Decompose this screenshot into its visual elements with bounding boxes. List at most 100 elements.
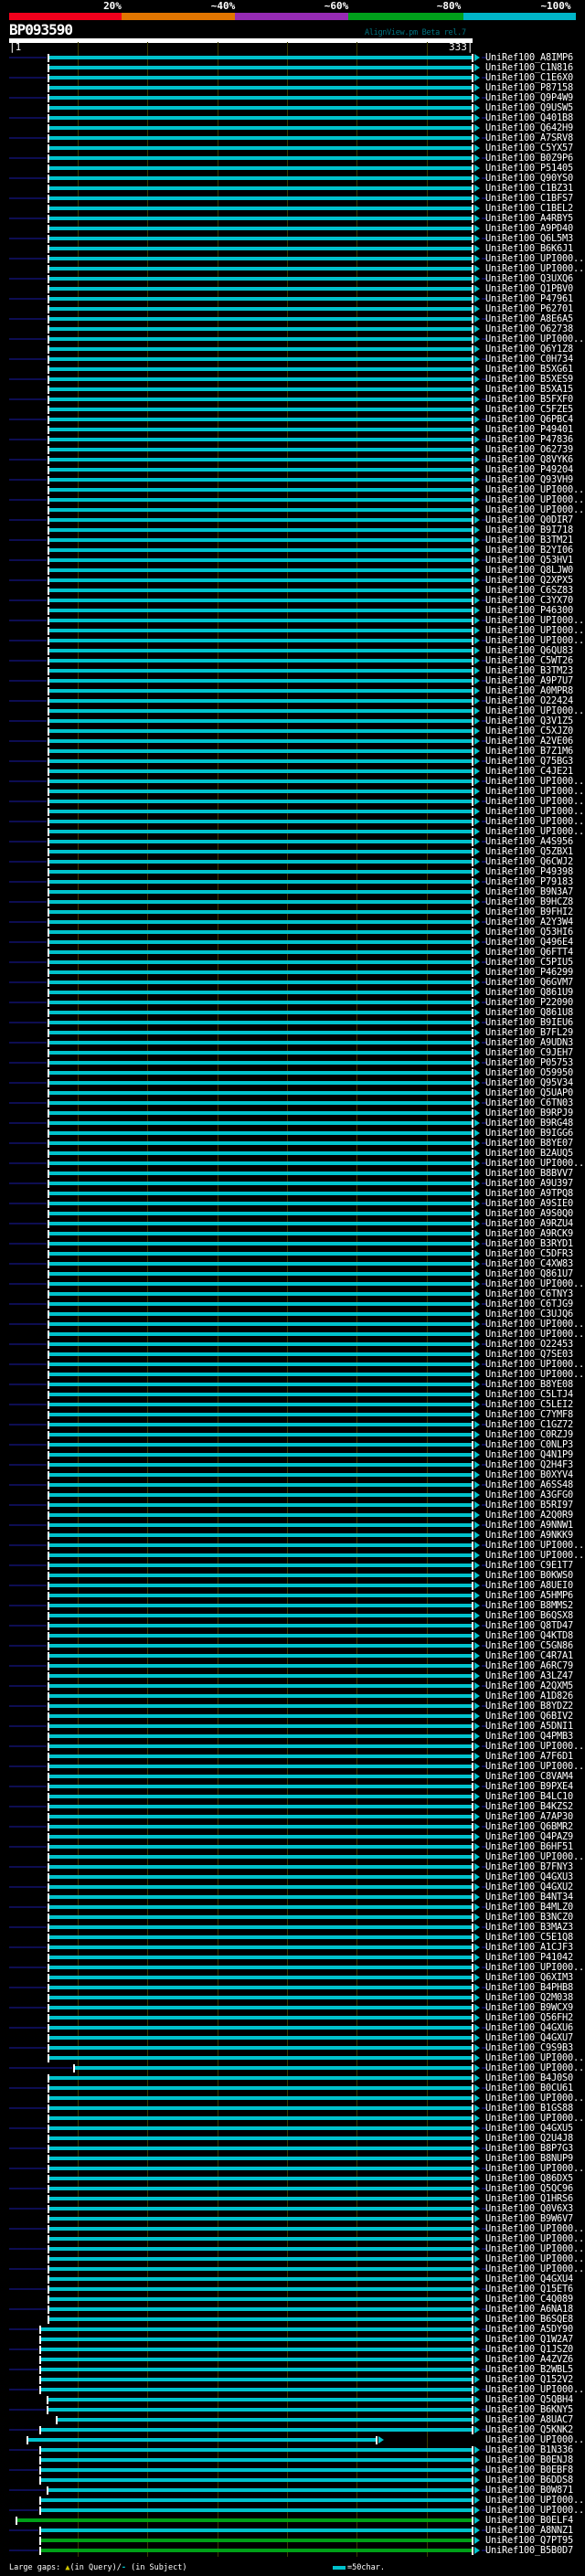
alignment-end-tick [472, 255, 473, 263]
alignment-end-tick [472, 376, 473, 384]
alignment-bar [49, 1202, 473, 1205]
alignment-bar [49, 2267, 473, 2271]
subject-extends-arrow-icon [474, 406, 480, 413]
alignment-end-tick [472, 1451, 473, 1459]
alignment-end-tick [472, 1029, 473, 1037]
alignment-end-tick [472, 325, 473, 334]
alignment-end-tick [472, 1501, 473, 1510]
subject-extends-arrow-icon [474, 2014, 480, 2021]
alignment-bar [49, 1815, 473, 1818]
subject-overhang-left [9, 157, 47, 159]
subject-extends-arrow-icon [474, 617, 480, 624]
alignment-bar [49, 377, 473, 381]
subject-extends-arrow-icon [474, 838, 480, 845]
alignment-end-tick [472, 275, 473, 283]
subject-extends-arrow-icon [474, 195, 480, 202]
subject-extends-arrow-icon [474, 84, 480, 91]
subject-extends-arrow-icon [474, 1170, 480, 1177]
subject-extends-arrow-icon [474, 1391, 480, 1398]
subject-overhang-left [9, 760, 47, 762]
alignment-end-tick [472, 2125, 473, 2133]
subject-extends-arrow-icon [474, 2396, 480, 2403]
alignment-end-tick [472, 2295, 473, 2304]
subject-extends-arrow-icon [474, 366, 480, 373]
subject-extends-arrow-icon [474, 1491, 480, 1499]
subject-overhang-left [9, 559, 47, 561]
alignment-end-tick [472, 2084, 473, 2093]
subject-extends-arrow-icon [474, 1783, 480, 1790]
alignment-bar [49, 1473, 473, 1477]
alignment-bar [49, 1503, 473, 1507]
subject-overhang-left [9, 1625, 47, 1627]
alignment-end-tick [472, 2185, 473, 2193]
subject-extends-arrow-icon [474, 2326, 480, 2333]
subject-extends-arrow-icon [474, 1682, 480, 1690]
alignment-end-tick [472, 2215, 473, 2223]
alignment-bar [49, 1292, 473, 1296]
subject-extends-arrow-icon [474, 2336, 480, 2343]
alignment-end-tick [472, 1873, 473, 1882]
alignment-end-tick [472, 1079, 473, 1087]
alignment-end-tick [472, 1270, 473, 1278]
alignment-bar [49, 1131, 473, 1135]
subject-extends-arrow-icon [474, 245, 480, 252]
subject-extends-arrow-icon [474, 1622, 480, 1629]
alignment-end-tick [472, 2195, 473, 2203]
alignment-bar [41, 2348, 473, 2351]
alignment-bar [49, 448, 473, 451]
subject-extends-arrow-icon [474, 2104, 480, 2112]
subject-extends-arrow-icon [474, 607, 480, 614]
subject-extends-arrow-icon [474, 768, 480, 775]
alignment-bar [49, 1332, 473, 1336]
alignment-end-tick [472, 1039, 473, 1047]
alignment-bar [49, 1071, 473, 1075]
subject-extends-arrow-icon [474, 2366, 480, 2373]
subject-extends-arrow-icon [474, 486, 480, 493]
alignment-bar [49, 1865, 473, 1869]
subject-overhang-left [9, 2489, 46, 2491]
alignment-end-tick [472, 1160, 473, 1168]
alignment-end-tick [472, 295, 473, 303]
alignment-end-tick [472, 1954, 473, 1962]
alignment-bar [49, 1413, 473, 1416]
alignment-bar [49, 759, 473, 763]
alignment-end-tick [472, 2406, 473, 2414]
subject-overhang-left [9, 338, 47, 340]
alignment-end-tick [472, 1280, 473, 1288]
alignment-end-tick [472, 1793, 473, 1801]
alignment-bar [49, 387, 473, 391]
alignment-bar [49, 398, 473, 401]
alignment-end-tick [472, 747, 473, 756]
subject-extends-arrow-icon [474, 1140, 480, 1147]
alignment-bar [49, 1634, 473, 1638]
alignment-bar [49, 1352, 473, 1356]
subject-extends-arrow-icon [474, 798, 480, 805]
subject-overhang-left [9, 881, 47, 883]
alignment-end-tick [472, 1572, 473, 1580]
subject-extends-arrow-icon [474, 2265, 480, 2273]
alignment-end-tick [472, 2175, 473, 2183]
alignment-bar [49, 820, 473, 823]
subject-extends-arrow-icon [474, 1612, 480, 1619]
subject-overhang-left [9, 1122, 47, 1124]
alignment-end-tick [472, 546, 473, 555]
alignment-end-tick [472, 2396, 473, 2404]
subject-overhang-left [9, 479, 47, 481]
alignment-end-tick [472, 164, 473, 173]
subject-extends-arrow-icon [474, 1944, 480, 1951]
alignment-bar [49, 488, 473, 492]
subject-extends-arrow-icon [474, 335, 480, 343]
alignment-end-tick [472, 1702, 473, 1711]
alignment-end-tick [472, 2285, 473, 2294]
hit-label[interactable]: UniRef100_B5B0D7 [485, 2546, 573, 2556]
subject-extends-arrow-icon [474, 1974, 480, 1981]
alignment-bar [49, 237, 473, 240]
alignment-end-tick [472, 1210, 473, 1218]
subject-extends-arrow-icon [474, 1401, 480, 1408]
alignment-bar [49, 1081, 473, 1085]
subject-extends-arrow-icon [474, 557, 480, 564]
subject-extends-arrow-icon [474, 305, 480, 313]
alignment-end-tick [472, 265, 473, 273]
alignment-bar [49, 1383, 473, 1386]
alignment-bar [49, 649, 473, 652]
